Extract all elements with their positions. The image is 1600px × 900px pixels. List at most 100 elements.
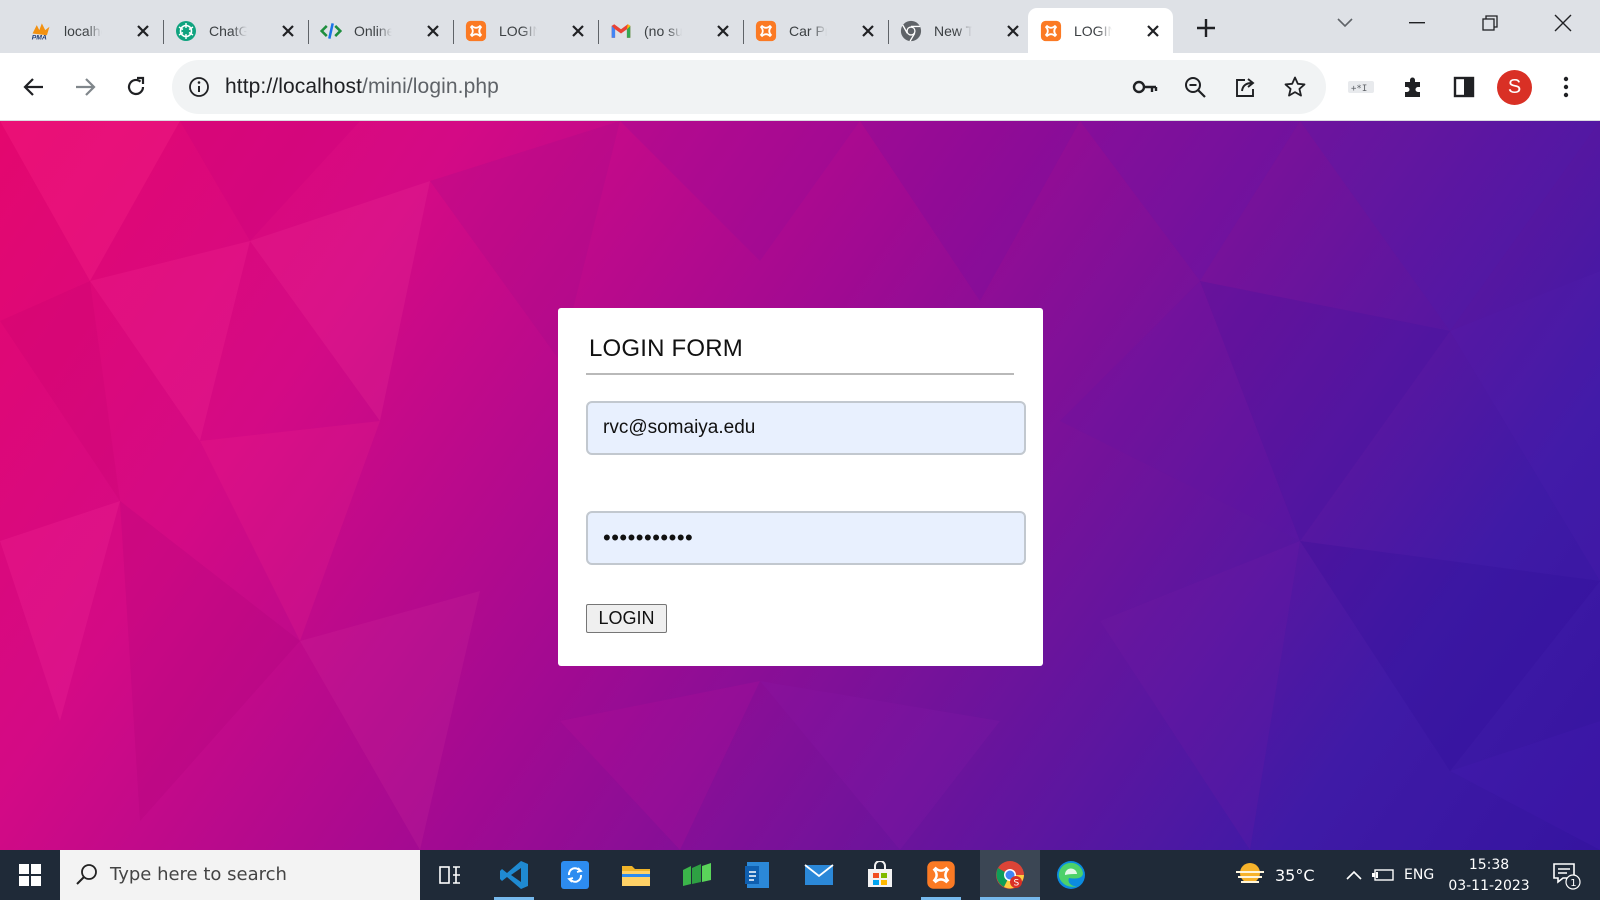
share-icon[interactable] <box>1231 73 1259 101</box>
plus-icon <box>1197 19 1215 37</box>
close-icon[interactable] <box>858 21 878 41</box>
browser-tab[interactable]: LOGIN <box>453 8 599 53</box>
windows-logo-icon <box>19 864 41 886</box>
key-icon[interactable] <box>1131 73 1159 101</box>
chevron-down-icon <box>1337 18 1353 28</box>
browser-tab-active[interactable]: LOGIN <box>1028 8 1173 53</box>
taskbar-app-xampp[interactable] <box>911 850 971 900</box>
folder-icon <box>622 866 650 886</box>
browser-toolbar: http://localhost/mini/login.php +*I S <box>0 53 1600 121</box>
close-icon[interactable] <box>423 21 443 41</box>
zoom-out-icon[interactable] <box>1181 73 1209 101</box>
password-field[interactable] <box>586 511 1026 565</box>
clock-date: 03-11-2023 <box>1448 878 1530 894</box>
new-tab-button[interactable] <box>1192 14 1220 42</box>
browser-tab[interactable]: ChatGPT <box>163 8 309 53</box>
show-hidden-icons-button[interactable] <box>1342 850 1366 900</box>
battery-icon <box>1372 869 1394 881</box>
browser-tab[interactable]: Online <box>308 8 454 53</box>
side-panel-icon <box>1453 76 1475 98</box>
gmail-icon <box>610 20 632 42</box>
taskbar-app-edge[interactable] <box>1041 850 1101 900</box>
reload-button[interactable] <box>118 69 154 105</box>
edge-icon <box>1057 861 1085 889</box>
browser-tab[interactable]: PMA localhost <box>18 8 164 53</box>
address-bar[interactable]: http://localhost/mini/login.php <box>172 60 1326 114</box>
notification-center-button[interactable]: 1 <box>1546 850 1586 900</box>
search-placeholder: Type here to search <box>110 864 287 885</box>
url-path: /mini/login.php <box>362 75 499 98</box>
tab-strip: PMA localhost ChatGPT Online LOGIN (no <box>0 0 1600 53</box>
tab-title: localhost <box>64 22 102 39</box>
taskbar-app-vscode[interactable] <box>484 850 544 900</box>
vscode-icon <box>500 861 528 889</box>
close-icon[interactable] <box>1003 21 1023 41</box>
minimize-button[interactable] <box>1387 0 1447 46</box>
xampp-icon <box>927 861 955 889</box>
close-icon[interactable] <box>1143 21 1163 41</box>
xampp-icon <box>1040 20 1062 42</box>
notification-icon: 1 <box>1553 863 1581 890</box>
language-text: ENG <box>1404 867 1435 883</box>
page-viewport: LOGIN FORM LOGIN <box>0 121 1600 850</box>
extension-button[interactable]: +*I <box>1343 69 1379 105</box>
document-app-icon <box>745 862 769 888</box>
taskbar-app-ms-store[interactable] <box>850 850 910 900</box>
extension-badge-icon: +*I <box>1348 81 1374 94</box>
xampp-icon <box>755 20 777 42</box>
close-icon[interactable] <box>278 21 298 41</box>
task-view-button[interactable] <box>420 850 480 900</box>
close-icon[interactable] <box>713 21 733 41</box>
puzzle-icon <box>1405 77 1420 97</box>
email-field[interactable] <box>586 401 1026 455</box>
battery-button[interactable] <box>1370 850 1396 900</box>
forward-button[interactable] <box>67 69 103 105</box>
task-view-icon <box>439 866 460 884</box>
taskbar-search-input[interactable]: Type here to search <box>60 850 420 900</box>
sun-haze-icon <box>1236 863 1264 883</box>
taskbar-app-mail[interactable] <box>789 850 849 900</box>
minimize-icon <box>1409 22 1425 24</box>
start-button[interactable] <box>0 850 60 900</box>
taskbar-clock[interactable]: 15:38 03-11-2023 <box>1444 855 1534 897</box>
tab-title: New Tab <box>934 22 972 39</box>
url-text[interactable]: http://localhost/mini/login.php <box>225 75 499 99</box>
taskbar-app-store[interactable] <box>728 850 788 900</box>
close-icon[interactable] <box>133 21 153 41</box>
tab-search-button[interactable] <box>1315 0 1375 46</box>
chevron-up-icon <box>1346 870 1362 880</box>
sync-app-icon <box>561 861 589 889</box>
taskbar-app-chrome[interactable]: S <box>980 850 1040 900</box>
language-indicator[interactable]: ENG <box>1404 850 1434 900</box>
close-icon[interactable] <box>568 21 588 41</box>
browser-tab[interactable]: (no subject) <box>598 8 744 53</box>
mail-icon <box>804 864 834 885</box>
restore-button[interactable] <box>1460 0 1520 46</box>
extensions-button[interactable] <box>1395 69 1431 105</box>
weather-widget[interactable]: 35°C <box>1233 850 1315 900</box>
login-form-title: LOGIN FORM <box>589 335 744 362</box>
clock-time: 15:38 <box>1468 857 1510 873</box>
side-panel-button[interactable] <box>1446 69 1482 105</box>
close-window-button[interactable] <box>1533 0 1593 46</box>
taskbar-app-sync[interactable] <box>545 850 605 900</box>
chrome-menu-button[interactable] <box>1548 69 1584 105</box>
back-button[interactable] <box>16 69 52 105</box>
svg-text:PMA: PMA <box>32 34 47 41</box>
weather-temperature: 35°C <box>1275 865 1315 885</box>
kebab-menu-icon <box>1563 76 1569 98</box>
browser-tab[interactable]: New Tab <box>888 8 1034 53</box>
taskbar-app-stocks[interactable] <box>667 850 727 900</box>
profile-avatar[interactable]: S <box>1497 70 1532 105</box>
login-button[interactable]: LOGIN <box>586 604 667 633</box>
arrow-left-icon <box>23 78 43 96</box>
title-divider <box>586 373 1014 375</box>
tab-title: ChatGPT <box>209 22 247 39</box>
notification-count: 1 <box>1570 878 1576 889</box>
tab-title: Car Pr <box>789 22 827 39</box>
info-icon[interactable] <box>186 74 212 100</box>
browser-tab[interactable]: Car Pr <box>743 8 889 53</box>
reload-icon <box>127 76 145 96</box>
bookmark-star-icon[interactable] <box>1281 73 1309 101</box>
taskbar-app-file-explorer[interactable] <box>606 850 666 900</box>
